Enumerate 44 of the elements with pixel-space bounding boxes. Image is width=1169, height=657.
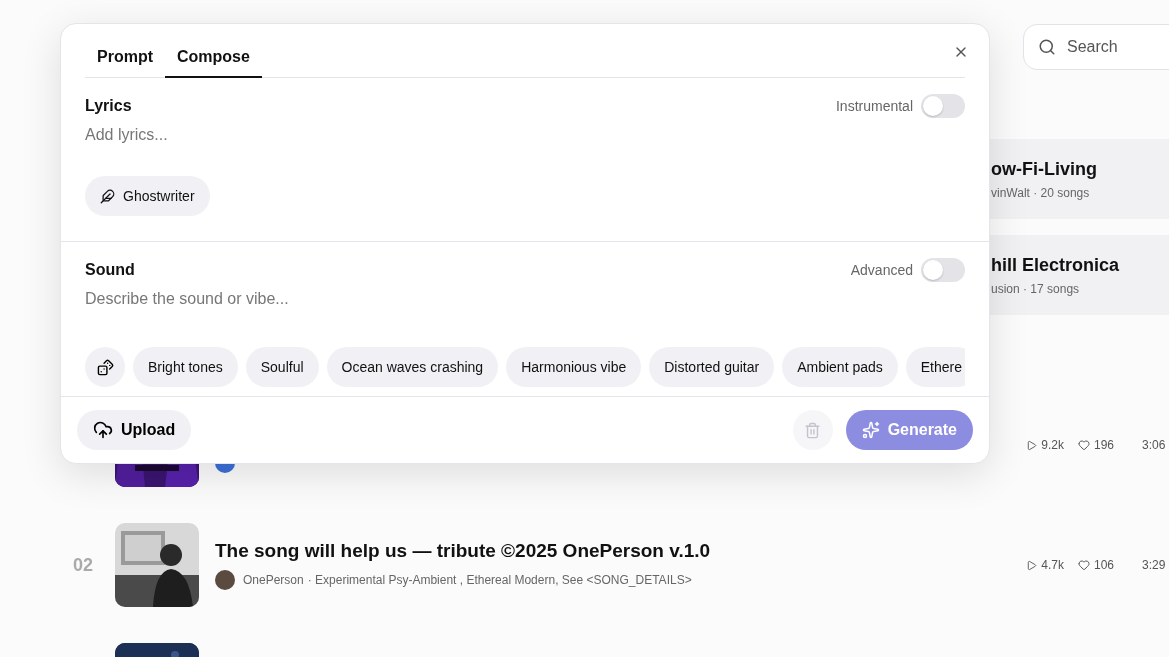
- playlist-meta: vinWalt · 20 songs: [991, 185, 1091, 200]
- ghostwriter-button[interactable]: Ghostwriter: [85, 176, 210, 216]
- cloud-upload-icon: [93, 420, 113, 440]
- advanced-toggle[interactable]: [921, 258, 965, 282]
- instrumental-toggle[interactable]: [921, 94, 965, 118]
- style-tag[interactable]: Ocean waves crashing: [326, 347, 499, 387]
- song-details: · Experimental Psy-Ambient , Ethereal Modern, See <SONG_DETAILS>: [307, 573, 692, 587]
- upload-button[interactable]: Upload: [77, 410, 192, 450]
- playlist-title: ow-Fi-Living: [991, 158, 1098, 180]
- style-tag[interactable]: Ambient pads: [782, 347, 898, 387]
- dice-icon: [96, 358, 114, 376]
- playlist-meta: usion · 17 songs: [991, 281, 1081, 296]
- tab[interactable]: Prompt: [85, 48, 165, 78]
- artist-name[interactable]: OnePerson: [243, 573, 304, 587]
- style-tag[interactable]: Harmonious vibe: [506, 347, 642, 387]
- play-icon: [1026, 439, 1038, 451]
- style-tag[interactable]: Ethere: [905, 347, 965, 387]
- style-tag[interactable]: Bright tones: [133, 347, 238, 387]
- avatar: [215, 570, 235, 590]
- search-icon: [1038, 38, 1056, 56]
- song-title[interactable]: The song will help us — tribute ©2025 OnePerson v.1.0: [215, 540, 1005, 562]
- like-count: 196: [1093, 438, 1114, 452]
- play-icon: [1026, 559, 1038, 571]
- play-count: 9.2k: [1041, 438, 1064, 452]
- tab[interactable]: Compose: [165, 48, 262, 78]
- section-label: Lyrics: [85, 97, 132, 115]
- dice-button[interactable]: [85, 347, 125, 387]
- playlist-title: hill Electronica: [991, 254, 1121, 276]
- trash-icon: [804, 421, 822, 439]
- duration: 3:29: [1142, 558, 1167, 572]
- style-tag[interactable]: Distorted guitar: [649, 347, 775, 387]
- duration: 3:06: [1142, 438, 1167, 452]
- track-number: 02: [72, 554, 94, 576]
- heart-icon[interactable]: [1077, 439, 1090, 451]
- heart-icon[interactable]: [1077, 559, 1090, 571]
- play-count: 4.7k: [1041, 558, 1064, 572]
- toggle-label: Advanced: [850, 262, 913, 278]
- section-label: Sound: [85, 261, 135, 279]
- style-tag[interactable]: Soulful: [245, 347, 319, 387]
- toggle-label: Instrumental: [835, 98, 913, 114]
- sparkles-icon: [861, 421, 880, 439]
- like-count: 106: [1093, 558, 1114, 572]
- feather-icon: [100, 188, 115, 204]
- search-field[interactable]: Search: [1023, 24, 1169, 70]
